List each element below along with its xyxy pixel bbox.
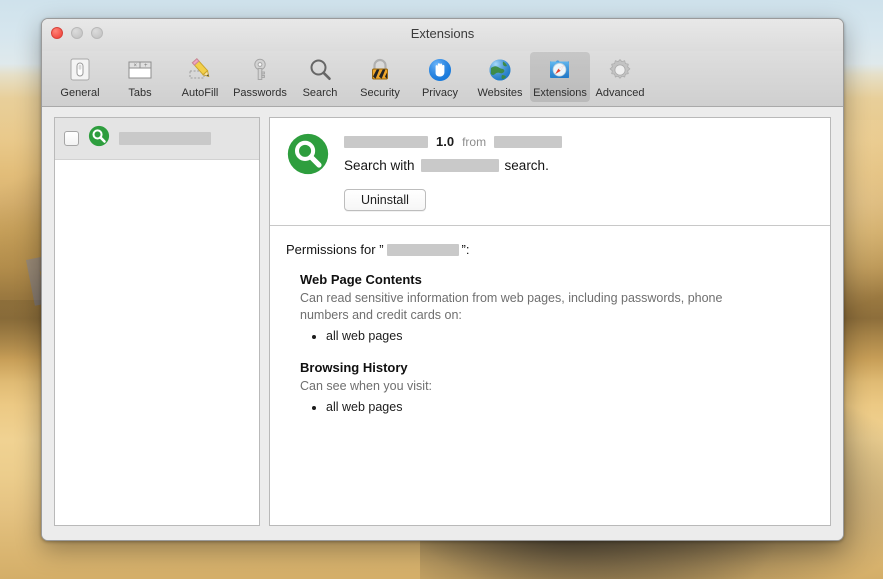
window-titlebar: Extensions: [42, 19, 843, 51]
preferences-body: 1.0 from Search with search. Uninstall P…: [42, 107, 843, 540]
toolbar-label-security: Security: [360, 87, 400, 99]
toolbar-item-websites[interactable]: Websites: [470, 52, 530, 102]
permission-text: Can read sensitive information from web …: [300, 290, 732, 323]
green-magnifier-icon: [286, 132, 330, 211]
advanced-icon: [604, 54, 636, 86]
extension-name-redacted: [119, 132, 211, 145]
list-item: all web pages: [326, 327, 814, 346]
uninstall-button[interactable]: Uninstall: [344, 189, 426, 211]
toolbar-label-advanced: Advanced: [596, 87, 645, 99]
toolbar-item-passwords[interactable]: Passwords: [230, 52, 290, 102]
extensions-icon: [544, 54, 576, 86]
general-icon: [64, 54, 96, 86]
extension-publisher-redacted: [494, 136, 562, 148]
green-magnifier-icon: [88, 125, 110, 152]
description-suffix: search.: [505, 158, 549, 173]
description-name-redacted: [421, 159, 499, 172]
list-item: all web pages: [326, 398, 814, 417]
toolbar-label-tabs: Tabs: [128, 87, 151, 99]
extension-header: 1.0 from Search with search. Uninstall: [270, 118, 830, 226]
passwords-icon: [244, 54, 276, 86]
extension-version: 1.0: [436, 134, 454, 149]
privacy-icon: [424, 54, 456, 86]
toolbar-item-extensions[interactable]: Extensions: [530, 52, 590, 102]
svg-text:×: ×: [134, 63, 138, 69]
tabs-icon: × +: [124, 54, 156, 86]
toolbar-label-websites: Websites: [477, 87, 522, 99]
toolbar-label-privacy: Privacy: [422, 87, 458, 99]
list-item[interactable]: [55, 118, 259, 160]
toolbar-label-autofill: AutoFill: [182, 87, 219, 99]
toolbar-label-general: General: [60, 87, 99, 99]
toolbar-item-search[interactable]: Search: [290, 52, 350, 102]
permissions-name-redacted: [387, 244, 459, 256]
description-prefix: Search with: [344, 158, 415, 173]
toolbar-item-security[interactable]: Security: [350, 52, 410, 102]
permissions-heading-suffix: ”:: [462, 242, 470, 257]
permission-title: Browsing History: [300, 360, 814, 375]
permission-title: Web Page Contents: [300, 272, 814, 287]
svg-text:+: +: [144, 63, 148, 69]
preferences-window: Extensions General × +: [41, 18, 844, 541]
extension-name-redacted: [344, 136, 428, 148]
window-title: Extensions: [42, 26, 843, 41]
permissions-heading-prefix: Permissions for ”: [286, 242, 384, 257]
search-icon: [304, 54, 336, 86]
extension-detail-pane: 1.0 from Search with search. Uninstall P…: [269, 117, 831, 526]
from-label: from: [462, 135, 486, 149]
permission-text: Can see when you visit:: [300, 378, 732, 395]
toolbar-label-extensions: Extensions: [533, 87, 587, 99]
extension-enable-checkbox[interactable]: [64, 131, 79, 146]
permission-scope-list: all web pages: [300, 327, 814, 346]
permission-scope-list: all web pages: [300, 398, 814, 417]
toolbar-item-general[interactable]: General: [50, 52, 110, 102]
autofill-icon: [184, 54, 216, 86]
permission-block-web-page-contents: Web Page Contents Can read sensitive inf…: [300, 272, 814, 346]
extension-title-line: 1.0 from: [344, 134, 814, 149]
toolbar-item-autofill[interactable]: AutoFill: [170, 52, 230, 102]
extensions-list[interactable]: [54, 117, 260, 526]
toolbar-item-tabs[interactable]: × + Tabs: [110, 52, 170, 102]
toolbar-item-privacy[interactable]: Privacy: [410, 52, 470, 102]
extension-description: Search with search.: [344, 158, 814, 173]
toolbar-item-advanced[interactable]: Advanced: [590, 52, 650, 102]
websites-icon: [484, 54, 516, 86]
security-icon: [364, 54, 396, 86]
preferences-toolbar: General × + Tabs: [42, 51, 843, 107]
toolbar-label-search: Search: [303, 87, 338, 99]
permission-block-browsing-history: Browsing History Can see when you visit:…: [300, 360, 814, 417]
toolbar-label-passwords: Passwords: [233, 87, 287, 99]
permissions-section: Permissions for ” ”: Web Page Contents C…: [270, 226, 830, 525]
permissions-heading: Permissions for ” ”:: [286, 242, 814, 257]
